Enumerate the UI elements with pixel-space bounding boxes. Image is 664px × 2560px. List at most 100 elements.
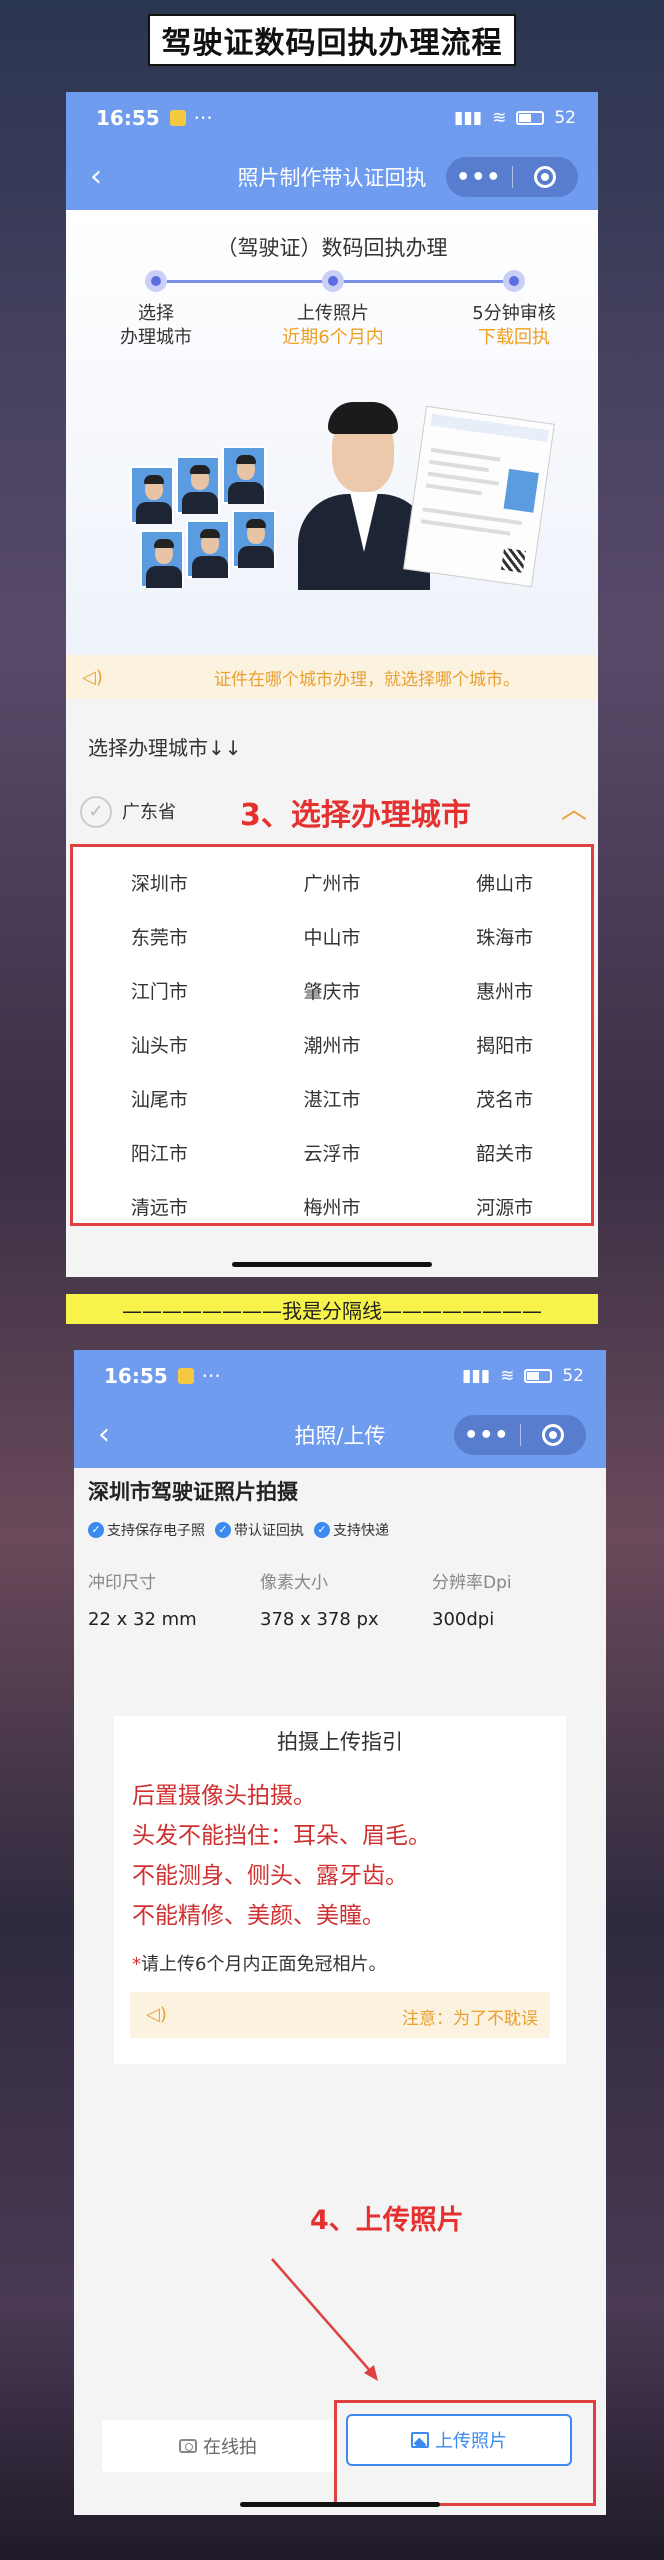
- signal-icon: ▮▮▮: [454, 108, 483, 128]
- tag-label: 支持快递: [333, 1523, 389, 1539]
- battery-icon: [524, 1369, 553, 1383]
- more-button[interactable]: •••: [454, 1423, 520, 1448]
- step-sub: 办理城市: [120, 327, 192, 348]
- spec-label: 分辨率Dpi: [432, 1573, 512, 1593]
- chevron-up-icon[interactable]: ︿: [560, 796, 588, 824]
- battery-level: 52: [554, 108, 576, 128]
- feature-tag: ✓ 支持快递: [314, 1520, 389, 1540]
- close-miniprogram-button[interactable]: [521, 1424, 587, 1446]
- required-star: *: [132, 1954, 141, 1975]
- status-bar: 16:55 ··· ▮▮▮ ≋ 52: [74, 1350, 606, 1402]
- tag-label: 带认证回执: [234, 1523, 304, 1539]
- city-grid: 深圳市 广州市 佛山市东莞市 中山市 珠海市江门市 肇庆市 惠州市汕头市 潮州市 揭阳市汕尾市湛…: [73, 857, 591, 1235]
- step-annotation: 4、上传照片: [310, 2205, 464, 2236]
- bottom-action-bar: 在线拍 上传照片: [74, 2400, 606, 2515]
- id-photo-sample: [176, 456, 220, 514]
- city-option[interactable]: 揭阳市: [418, 1019, 591, 1073]
- close-miniprogram-button[interactable]: [513, 166, 579, 188]
- speaker-icon: ◁): [82, 666, 103, 688]
- step-dot: [145, 270, 167, 292]
- city-option[interactable]: 梅州市: [246, 1181, 419, 1235]
- step-title: 5分钟审核: [472, 303, 556, 324]
- button-label: 在线拍: [203, 2437, 257, 2458]
- nav-bar: ‹ 照片制作带认证回执 •••: [66, 144, 598, 210]
- wifi-icon: ≋: [500, 1366, 515, 1386]
- step-dot: [322, 270, 344, 292]
- id-photo-sample: [140, 530, 184, 588]
- city-option[interactable]: 潮州市: [246, 1019, 419, 1073]
- spec-value: 22 x 32 mm: [88, 1609, 197, 1630]
- notification-more: ···: [201, 1364, 221, 1388]
- step-sub: 近期6个月内: [282, 327, 384, 348]
- hero-title: （驾驶证）数码回执办理: [216, 236, 448, 260]
- notice-bar: ◁) 证件在哪个城市办理，就选择哪个城市。: [66, 655, 598, 699]
- guide-rule: 不能精修、美颜、美瞳。: [132, 1903, 385, 1929]
- city-option[interactable]: 江门市: [73, 965, 246, 1019]
- spec-label: 冲印尺寸: [88, 1573, 156, 1593]
- signal-icon: ▮▮▮: [462, 1366, 491, 1386]
- nav-bar: ‹ 拍照/上传 •••: [74, 1402, 606, 1468]
- city-option[interactable]: 广州市: [246, 857, 419, 911]
- spec-pixel-size: 像素大小 378 x 378 px: [260, 1568, 420, 1630]
- nav-title: 照片制作带认证回执: [237, 166, 427, 190]
- province-row[interactable]: ✓ 广东省 3、选择办理城市 ︿: [66, 782, 598, 842]
- city-option[interactable]: 中山市: [246, 911, 419, 965]
- city-option[interactable]: 阳江市: [73, 1127, 246, 1181]
- city-option[interactable]: 东莞市: [73, 911, 246, 965]
- city-option[interactable]: 韶关市: [418, 1127, 591, 1181]
- more-button[interactable]: •••: [446, 165, 512, 190]
- guide-rule: 头发不能挡住：耳朵、眉毛。: [132, 1823, 431, 1849]
- back-arrow-icon[interactable]: ‹: [98, 1418, 128, 1452]
- guide-note-text: 请上传6个月内正面免冠相片。: [141, 1954, 387, 1975]
- city-option[interactable]: 汕头市: [73, 1019, 246, 1073]
- step-1: 选择 办理城市: [91, 302, 221, 350]
- feature-tag: ✓ 支持保存电子照: [88, 1520, 205, 1540]
- city-option[interactable]: 深圳市: [73, 857, 246, 911]
- city-option[interactable]: 云浮市: [246, 1127, 419, 1181]
- city-option[interactable]: 湛江市: [246, 1073, 419, 1127]
- take-photo-online-button[interactable]: 在线拍: [102, 2420, 334, 2472]
- status-time: 16:55: [104, 1364, 168, 1388]
- notification-icon: [169, 110, 186, 126]
- home-indicator: [240, 2502, 440, 2507]
- target-icon: [542, 1424, 565, 1446]
- city-option[interactable]: 茂名市: [418, 1073, 591, 1127]
- status-icons: ▮▮▮ ≋ 52: [454, 108, 576, 128]
- check-circle-icon: ✓: [80, 796, 112, 828]
- tag-label: 支持保存电子照: [107, 1523, 205, 1539]
- step-3: 5分钟审核 下载回执: [449, 302, 579, 350]
- check-icon: ✓: [314, 1522, 330, 1538]
- page-title: 驾驶证数码回执办理流程: [148, 14, 516, 66]
- guide-rule: 后置摄像头拍摄。: [132, 1783, 316, 1809]
- image-icon: [411, 2432, 429, 2448]
- step-sub: 下载回执: [478, 327, 550, 348]
- status-bar: 16:55 ··· ▮▮▮ ≋ 52: [66, 92, 598, 144]
- home-indicator: [232, 1262, 432, 1267]
- step-title: 选择: [138, 303, 174, 324]
- notification-more: ···: [193, 106, 213, 130]
- section-label: 选择办理城市↓↓: [88, 736, 242, 760]
- back-arrow-icon[interactable]: ‹: [90, 160, 120, 194]
- feature-tags: ✓ 支持保存电子照 ✓ 带认证回执 ✓ 支持快递: [88, 1520, 389, 1540]
- battery-level: 52: [562, 1366, 584, 1386]
- check-icon: ✓: [88, 1522, 104, 1538]
- hero-banner: （驾驶证）数码回执办理 选择 办理城市 上传照片 近期6个月内 5分钟审核 下载…: [66, 210, 598, 655]
- city-option[interactable]: 河源市: [418, 1181, 591, 1235]
- city-option[interactable]: 清远市: [73, 1181, 246, 1235]
- city-option[interactable]: 珠海市: [418, 911, 591, 965]
- spec-dpi: 分辨率Dpi 300dpi: [432, 1568, 592, 1630]
- upload-photo-button[interactable]: 上传照片: [346, 2414, 572, 2466]
- speaker-icon: ◁): [146, 2004, 167, 2025]
- city-option[interactable]: 惠州市: [418, 965, 591, 1019]
- guide-notice-text: 注意：为了不耽误: [402, 2009, 538, 2029]
- nav-title: 拍照/上传: [294, 1424, 386, 1448]
- city-option[interactable]: 汕尾市: [73, 1073, 246, 1127]
- city-option[interactable]: 佛山市: [418, 857, 591, 911]
- guide-notice-bar: ◁) 注意：为了不耽误: [130, 1992, 550, 2038]
- notice-text: 证件在哪个城市办理，就选择哪个城市。: [214, 669, 520, 690]
- city-option[interactable]: 肇庆市: [246, 965, 419, 1019]
- miniprogram-capsule: •••: [454, 1415, 586, 1455]
- spec-label: 像素大小: [260, 1573, 328, 1593]
- province-name: 广东省: [122, 802, 176, 823]
- annotation-arrow: [271, 2258, 378, 2381]
